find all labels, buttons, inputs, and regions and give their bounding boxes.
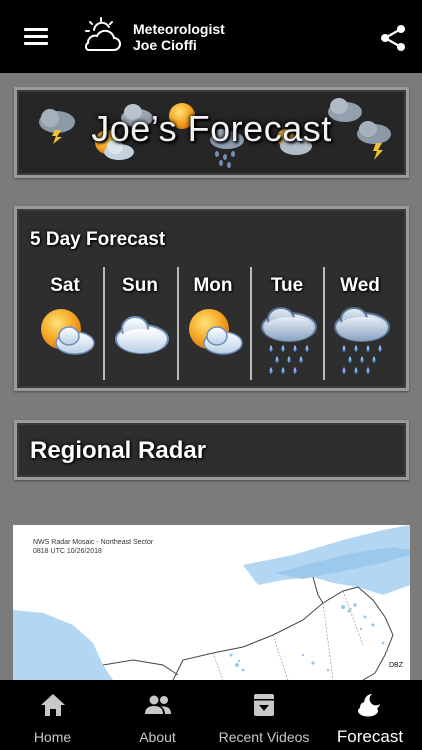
nav-label: About bbox=[139, 729, 176, 745]
nav-forecast[interactable]: Forecast bbox=[318, 680, 422, 750]
forecast-day-tue[interactable]: Tue bbox=[253, 267, 321, 380]
forecast-heading: 5 Day Forecast bbox=[30, 229, 166, 250]
day-label: Mon bbox=[193, 275, 233, 296]
radar-map[interactable]: NWS Radar Mosaic - Northeast Sector 0818… bbox=[13, 525, 410, 680]
people-icon bbox=[144, 695, 171, 714]
day-divider bbox=[323, 267, 325, 380]
partly-sunny-icon bbox=[41, 309, 95, 355]
rain-icon bbox=[334, 307, 390, 374]
forecast-day-sat[interactable]: Sat bbox=[31, 267, 99, 380]
day-divider bbox=[250, 267, 252, 380]
day-label: Tue bbox=[270, 275, 304, 296]
forecast-banner: Joe’s Forecast bbox=[14, 87, 409, 178]
regional-radar-header[interactable]: Regional Radar bbox=[14, 420, 409, 480]
map-caption-line2: 0818 UTC 10/26/2018 bbox=[33, 548, 102, 555]
radar-heading: Regional Radar bbox=[30, 437, 207, 464]
rain-icon bbox=[261, 307, 317, 374]
app-title-line2: Joe Cioffi bbox=[133, 37, 197, 53]
partly-cloudy-logo-icon bbox=[84, 17, 121, 51]
map-caption-line1: NWS Radar Mosaic - Northeast Sector bbox=[33, 539, 154, 546]
menu-icon[interactable] bbox=[18, 22, 54, 52]
archive-icon bbox=[254, 694, 274, 716]
nav-label: Home bbox=[33, 729, 72, 745]
day-divider bbox=[103, 267, 105, 380]
app-title: Meteorologist Joe Cioffi bbox=[133, 21, 225, 53]
cloudy-icon bbox=[115, 316, 169, 354]
share-icon[interactable] bbox=[378, 23, 408, 53]
map-caption: NWS Radar Mosaic - Northeast Sector 0818… bbox=[33, 538, 153, 556]
forecast-day-wed[interactable]: Wed bbox=[326, 267, 394, 380]
app-title-line1: Meteorologist bbox=[133, 21, 225, 37]
five-day-forecast-panel: 5 Day Forecast Sat Sun Mon Tue Wed bbox=[14, 206, 409, 391]
banner-title: Joe’s Forecast bbox=[91, 108, 332, 149]
nav-recent-videos[interactable]: Recent Videos bbox=[210, 680, 318, 750]
day-label: Sun bbox=[122, 275, 158, 296]
nav-home[interactable]: Home bbox=[0, 680, 105, 750]
map-legend-unit: DBZ bbox=[389, 662, 403, 669]
partly-sunny-icon bbox=[189, 309, 243, 355]
night-cloud-icon bbox=[358, 694, 380, 717]
day-label: Sat bbox=[50, 275, 80, 296]
nav-label: Recent Videos bbox=[218, 729, 310, 745]
home-icon bbox=[40, 694, 65, 716]
day-label: Wed bbox=[340, 275, 380, 296]
nav-label: Forecast bbox=[336, 727, 404, 746]
forecast-day-sun[interactable]: Sun bbox=[106, 267, 174, 380]
bottom-navigation: Home About Recent Videos Forecast bbox=[0, 680, 422, 750]
forecast-day-mon[interactable]: Mon bbox=[179, 267, 247, 380]
nav-about[interactable]: About bbox=[105, 680, 210, 750]
top-app-bar: Meteorologist Joe Cioffi bbox=[0, 0, 422, 73]
